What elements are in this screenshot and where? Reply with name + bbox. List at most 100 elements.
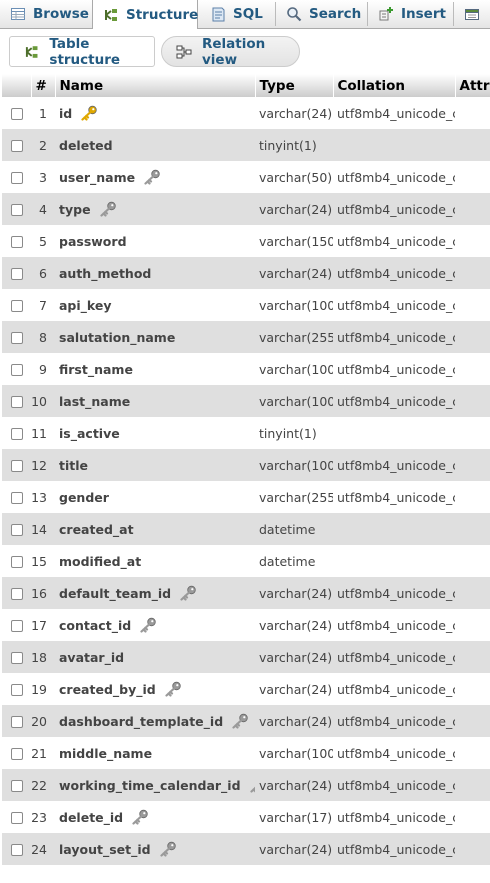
table-row[interactable]: 6 auth_method varchar(24) utf8mb4_unicode_c…	[2, 257, 490, 289]
column-collation: utf8mb4_unicode_ci	[333, 481, 455, 513]
row-checkbox[interactable]	[11, 364, 23, 376]
row-checkbox[interactable]	[11, 428, 23, 440]
column-type: varchar(150)	[255, 225, 333, 257]
table-row[interactable]: 18 avatar_id varchar(24) utf8mb4_unicode_ci	[2, 641, 490, 673]
row-checkbox[interactable]	[11, 140, 23, 152]
column-type: varchar(24)	[255, 705, 333, 737]
tab-sql[interactable]: SQL	[200, 0, 274, 27]
table-row[interactable]: 20 dashboard_template_id varchar(24) utf8mb…	[2, 705, 490, 737]
column-attributes	[455, 609, 490, 641]
column-name-cell: avatar_id	[55, 641, 255, 673]
column-type: varchar(24)	[255, 577, 333, 609]
column-type: varchar(24)	[255, 769, 333, 801]
header-collation[interactable]: Collation	[333, 74, 456, 97]
relation-view-button[interactable]: Relation view	[161, 35, 300, 68]
row-checkbox[interactable]	[11, 172, 23, 184]
table-row[interactable]: 5 password varchar(150) utf8mb4_unicode_ci	[2, 225, 490, 257]
tab-sql-label: SQL	[233, 5, 263, 22]
column-name: layout_set_id	[59, 841, 151, 857]
table-row[interactable]: 4 type varchar(24) utf8mb4_unicode_ci	[2, 193, 490, 225]
table-row[interactable]: 8 salutation_name varchar(255) utf8mb4_unic…	[2, 321, 490, 353]
row-checkbox[interactable]	[11, 300, 23, 312]
row-checkbox[interactable]	[11, 812, 23, 824]
table-row[interactable]: 22 working_time_calendar_id varchar(24) utf…	[2, 769, 490, 801]
row-checkbox[interactable]	[11, 684, 23, 696]
table-row[interactable]: 15 modified_at datetime	[2, 545, 490, 577]
column-name: modified_at	[59, 554, 142, 569]
column-collation: utf8mb4_unicode_ci	[333, 737, 455, 769]
row-number: 19	[31, 673, 55, 705]
top-tabs: Browse Structure SQL Search Insert	[0, 0, 490, 29]
column-type: varchar(255)	[255, 321, 333, 353]
header-type[interactable]: Type	[255, 74, 334, 97]
column-name: dashboard_template_id	[59, 713, 224, 729]
insert-icon	[379, 6, 393, 20]
table-row[interactable]: 11 is_active tinyint(1)	[2, 417, 490, 449]
row-checkbox[interactable]	[11, 524, 23, 536]
table-row[interactable]: 3 user_name varchar(50) utf8mb4_unicode_ci	[2, 161, 490, 193]
header-num[interactable]: #	[31, 74, 56, 97]
row-checkbox-cell	[2, 513, 31, 545]
column-attributes	[455, 545, 490, 577]
header-name[interactable]: Name	[55, 74, 256, 97]
column-name: created_at	[59, 522, 134, 537]
column-name: last_name	[59, 394, 131, 409]
column-collation: utf8mb4_unicode_ci	[333, 289, 455, 321]
row-checkbox[interactable]	[11, 396, 23, 408]
row-checkbox[interactable]	[11, 716, 23, 728]
table-row[interactable]: 14 created_at datetime	[2, 513, 490, 545]
table-row[interactable]: 10 last_name varchar(100) utf8mb4_unicode_c…	[2, 385, 490, 417]
table-row[interactable]: 19 created_by_id varchar(24) utf8mb4_unicod…	[2, 673, 490, 705]
column-collation: utf8mb4_unicode_ci	[333, 673, 455, 705]
row-checkbox-cell	[2, 321, 31, 353]
table-row[interactable]: 2 deleted tinyint(1)	[2, 129, 490, 161]
table-structure-button[interactable]: Table structure	[9, 36, 155, 68]
table-row[interactable]: 17 contact_id varchar(24) utf8mb4_unicode_c…	[2, 609, 490, 641]
header-checkbox-col	[2, 74, 32, 97]
relation-view-label: Relation view	[202, 35, 266, 68]
row-checkbox[interactable]	[11, 268, 23, 280]
column-type: varchar(24)	[255, 673, 333, 705]
tab-structure[interactable]: Structure	[92, 0, 198, 29]
row-checkbox[interactable]	[11, 588, 23, 600]
row-checkbox[interactable]	[11, 460, 23, 472]
table-row[interactable]: 9 first_name varchar(100) utf8mb4_unicode_c…	[2, 353, 490, 385]
index-key-icon	[132, 810, 148, 825]
row-checkbox[interactable]	[11, 492, 23, 504]
table-row[interactable]: 16 default_team_id varchar(24) utf8mb4_unic…	[2, 577, 490, 609]
tab-insert[interactable]: Insert	[368, 0, 452, 27]
column-collation	[333, 129, 455, 161]
row-checkbox[interactable]	[11, 332, 23, 344]
column-attributes	[455, 97, 490, 129]
table-row[interactable]: 21 middle_name varchar(100) utf8mb4_unicode…	[2, 737, 490, 769]
row-checkbox-cell	[2, 801, 31, 833]
relation-icon	[176, 45, 192, 58]
table-row[interactable]: 24 layout_set_id varchar(24) utf8mb4_unicod…	[2, 833, 490, 865]
index-key-icon	[99, 202, 116, 217]
row-checkbox[interactable]	[11, 620, 23, 632]
tab-search[interactable]: Search	[276, 0, 366, 27]
tab-export[interactable]	[454, 0, 490, 27]
column-attributes	[455, 513, 490, 545]
table-row[interactable]: 13 gender varchar(255) utf8mb4_unicode_ci	[2, 481, 490, 513]
row-checkbox[interactable]	[11, 236, 23, 248]
row-checkbox[interactable]	[11, 844, 23, 856]
row-checkbox[interactable]	[11, 204, 23, 216]
row-number: 18	[31, 641, 55, 673]
row-checkbox[interactable]	[11, 780, 23, 792]
tab-browse[interactable]: Browse	[0, 0, 92, 27]
row-checkbox[interactable]	[11, 556, 23, 568]
export-icon	[465, 8, 479, 20]
table-row[interactable]: 7 api_key varchar(100) utf8mb4_unicode_ci	[2, 289, 490, 321]
row-checkbox[interactable]	[11, 652, 23, 664]
header-attributes[interactable]: Attrib	[455, 74, 490, 97]
row-checkbox[interactable]	[11, 748, 23, 760]
table-row[interactable]: 23 delete_id varchar(17) utf8mb4_unicode_ci	[2, 801, 490, 833]
row-checkbox[interactable]	[11, 108, 23, 120]
column-name-cell: is_active	[55, 417, 255, 449]
row-number: 20	[31, 705, 55, 737]
column-name: auth_method	[59, 266, 152, 281]
table-row[interactable]: 1 id varchar(24) utf8mb4_unicode_ci	[2, 97, 490, 129]
column-name: id	[59, 105, 73, 121]
table-row[interactable]: 12 title varchar(100) utf8mb4_unicode_ci	[2, 449, 490, 481]
